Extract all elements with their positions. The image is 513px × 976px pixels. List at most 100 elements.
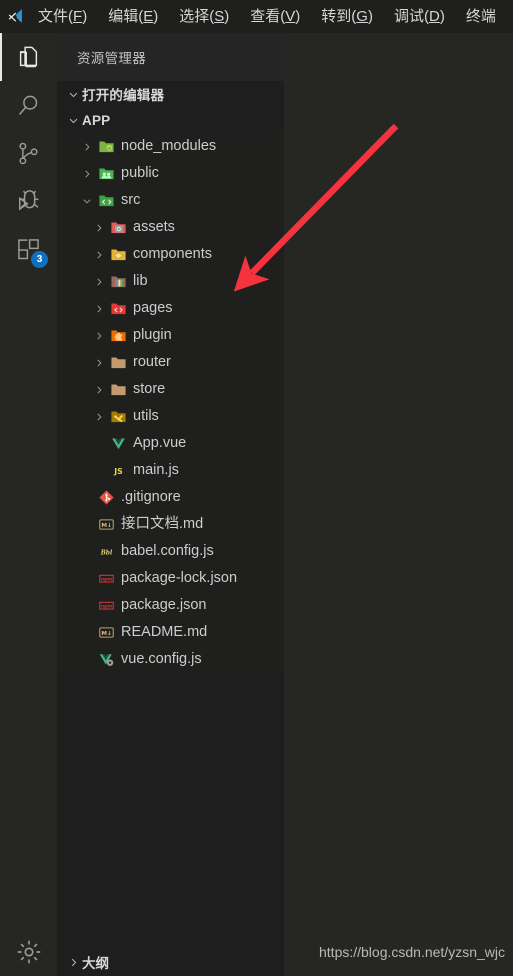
menu-debug-label: 调试 [393, 8, 424, 25]
activity-bar: 3 [0, 33, 57, 976]
menu-debug-mnemonic: D [428, 8, 440, 25]
tree-item-assets[interactable]: assets [57, 214, 284, 241]
activity-item-explorer[interactable] [0, 33, 57, 81]
chevron-right-icon [91, 223, 107, 233]
menu-file-label: 文件 [38, 8, 69, 25]
markdown-icon: M↓ [95, 516, 117, 533]
activity-item-extensions[interactable]: 3 [0, 225, 57, 273]
tree-item-label: src [121, 192, 141, 209]
tree-item-app-vue[interactable]: App.vue [57, 430, 284, 457]
chevron-right-icon [79, 142, 95, 152]
folder-plain-icon [107, 381, 129, 398]
menu-edit[interactable]: 编辑(E) [104, 0, 162, 33]
markdown-icon: M↓ [95, 624, 117, 641]
tree-item-public[interactable]: public [57, 160, 284, 187]
tree-item-vue-config-js[interactable]: vue.config.js [57, 646, 284, 673]
activity-item-settings[interactable] [0, 928, 57, 976]
activity-item-source-control[interactable] [0, 129, 57, 177]
tree-item-components[interactable]: components [57, 241, 284, 268]
sidebar-title: 资源管理器 [57, 33, 284, 81]
tree-item-label: components [133, 246, 212, 263]
tree-item-pages[interactable]: pages [57, 295, 284, 322]
tree-item-src[interactable]: src [57, 187, 284, 214]
folder-node-icon: JS [95, 138, 117, 155]
files-icon [15, 44, 42, 71]
svg-text:npm: npm [100, 604, 111, 609]
tree-item-label: store [133, 381, 166, 398]
vscode-logo-icon [0, 0, 34, 33]
tree-item-label: README.md [121, 624, 208, 641]
menu-terminal-label: 终端 [465, 8, 496, 25]
menu-view-mnemonic: V [285, 8, 296, 25]
vscode-window: 文件(F) 编辑(E) 选择(S) 查看(V) 转到(G) 调试(D) 终端 3… [0, 0, 513, 976]
vue-icon [107, 435, 129, 452]
tree-item-lib[interactable]: lib [57, 268, 284, 295]
tree-item-label: .gitignore [121, 489, 181, 506]
tree-item-node-modules[interactable]: JS node_modules [57, 133, 284, 160]
activity-item-search[interactable] [0, 81, 57, 129]
debug-icon [15, 188, 42, 215]
menu-file-mnemonic: F [73, 8, 83, 25]
git-icon [95, 489, 117, 506]
menu-selection-label: 选择 [179, 8, 210, 25]
chevron-down-icon [65, 89, 82, 100]
menu-view[interactable]: 查看(V) [246, 0, 304, 33]
tree-item-router[interactable]: router [57, 349, 284, 376]
tree-item-main-js[interactable]: JS main.js [57, 457, 284, 484]
chevron-right-icon [91, 385, 107, 395]
menu-selection-mnemonic: S [214, 8, 225, 25]
tree-item-babel-config[interactable]: Bbl babel.config.js [57, 538, 284, 565]
menu-goto[interactable]: 转到(G) [317, 0, 377, 33]
section-open-editors[interactable]: 打开的编辑器 [57, 81, 284, 107]
menu-debug[interactable]: 调试(D) [390, 0, 449, 33]
section-outline[interactable]: 大纲 [57, 948, 284, 976]
chevron-right-icon [91, 250, 107, 260]
folder-utils-icon [107, 408, 129, 425]
file-tree: JS node_modules public src assets compon… [57, 133, 284, 673]
tree-item-label: lib [133, 273, 148, 290]
vue-config-icon [95, 651, 117, 668]
tree-item-gitignore[interactable]: .gitignore [57, 484, 284, 511]
section-project[interactable]: APP [57, 107, 284, 133]
sidebar-explorer: 资源管理器 打开的编辑器 APP JS node_modules public … [57, 33, 284, 976]
npm-icon: npm [95, 570, 117, 587]
activity-item-run-debug[interactable] [0, 177, 57, 225]
svg-text:M↓: M↓ [101, 630, 111, 637]
tree-item-api-doc-md[interactable]: M↓ 接口文档.md [57, 511, 284, 538]
menu-bar: 文件(F) 编辑(E) 选择(S) 查看(V) 转到(G) 调试(D) 终端 [0, 0, 513, 33]
folder-components-icon [107, 246, 129, 263]
babel-icon: Bbl [95, 543, 117, 560]
tree-item-label: package-lock.json [121, 570, 238, 587]
svg-text:M↓: M↓ [101, 522, 111, 529]
editor-empty-area [284, 33, 513, 976]
menu-file[interactable]: 文件(F) [34, 0, 91, 33]
tree-item-store[interactable]: store [57, 376, 284, 403]
svg-text:npm: npm [100, 577, 111, 582]
tree-item-label: App.vue [133, 435, 187, 452]
folder-lib-icon [107, 273, 129, 290]
tree-item-label: 接口文档.md [121, 516, 204, 533]
tree-item-readme-md[interactable]: M↓ README.md [57, 619, 284, 646]
watermark-url: https://blog.csdn.net/yzsn_wjc [319, 944, 505, 960]
tree-item-package-json[interactable]: npm package.json [57, 592, 284, 619]
chevron-down-icon [79, 196, 95, 206]
chevron-right-icon [91, 412, 107, 422]
svg-text:Bbl: Bbl [99, 549, 112, 556]
search-icon [15, 92, 42, 119]
tree-item-label: vue.config.js [121, 651, 202, 668]
svg-text:JS: JS [113, 467, 123, 476]
tree-item-label: main.js [133, 462, 179, 479]
menu-edit-mnemonic: E [143, 8, 154, 25]
tree-item-package-lock-json[interactable]: npm package-lock.json [57, 565, 284, 592]
tree-item-plugin[interactable]: plugin [57, 322, 284, 349]
gear-icon [15, 938, 43, 966]
svg-text:JS: JS [106, 146, 111, 151]
menu-edit-label: 编辑 [108, 8, 139, 25]
tree-item-utils[interactable]: utils [57, 403, 284, 430]
chevron-right-icon [91, 304, 107, 314]
menu-view-label: 查看 [250, 8, 281, 25]
source-control-icon [15, 140, 42, 167]
menu-selection[interactable]: 选择(S) [175, 0, 233, 33]
tree-item-label: babel.config.js [121, 543, 214, 560]
menu-terminal[interactable]: 终端 [462, 0, 500, 33]
